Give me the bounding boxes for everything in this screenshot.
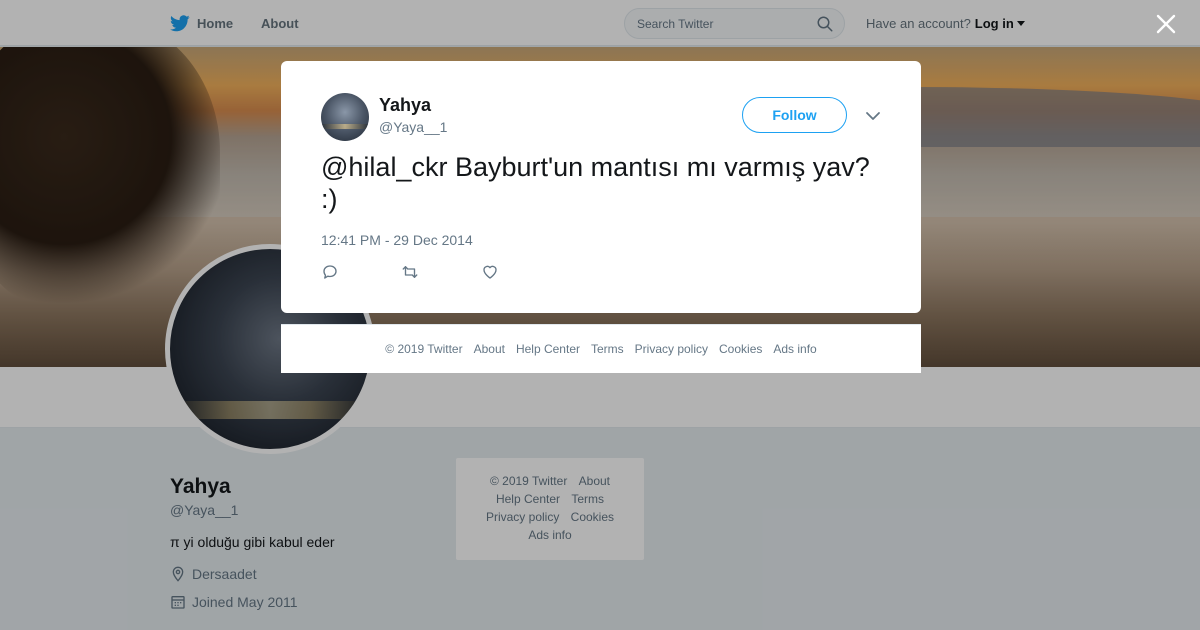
tweet-text: @hilal_ckr Bayburt'un mantısı mı varmış …	[321, 152, 870, 214]
modal-footer-link-terms[interactable]: Terms	[591, 342, 624, 356]
close-icon[interactable]	[1155, 13, 1177, 35]
tweet-modal: Yahya @Yaya__1 Follow @hilal_ckr Bayburt…	[281, 61, 921, 313]
follow-button[interactable]: Follow	[742, 97, 847, 133]
tweet-actions	[321, 263, 499, 281]
modal-footer-link-about[interactable]: About	[474, 342, 505, 356]
chevron-down-icon[interactable]	[865, 108, 881, 124]
modal-footer-link-privacy-policy[interactable]: Privacy policy	[635, 342, 708, 356]
tweet-author-handle[interactable]: @Yaya__1	[379, 119, 447, 135]
modal-footer: © 2019 Twitter About Help Center Terms P…	[281, 324, 921, 373]
tweet-author-avatar[interactable]	[321, 93, 369, 141]
modal-footer-link-ads-info[interactable]: Ads info	[773, 342, 816, 356]
modal-footer-copyright: © 2019 Twitter	[385, 342, 463, 356]
tweet-timestamp[interactable]: 12:41 PM - 29 Dec 2014	[321, 232, 473, 248]
retweet-icon[interactable]	[401, 263, 419, 281]
heart-icon[interactable]	[481, 263, 499, 281]
modal-footer-link-cookies[interactable]: Cookies	[719, 342, 762, 356]
modal-footer-link-help-center[interactable]: Help Center	[516, 342, 580, 356]
reply-icon[interactable]	[321, 263, 339, 281]
tweet-author-name[interactable]: Yahya	[379, 95, 431, 116]
